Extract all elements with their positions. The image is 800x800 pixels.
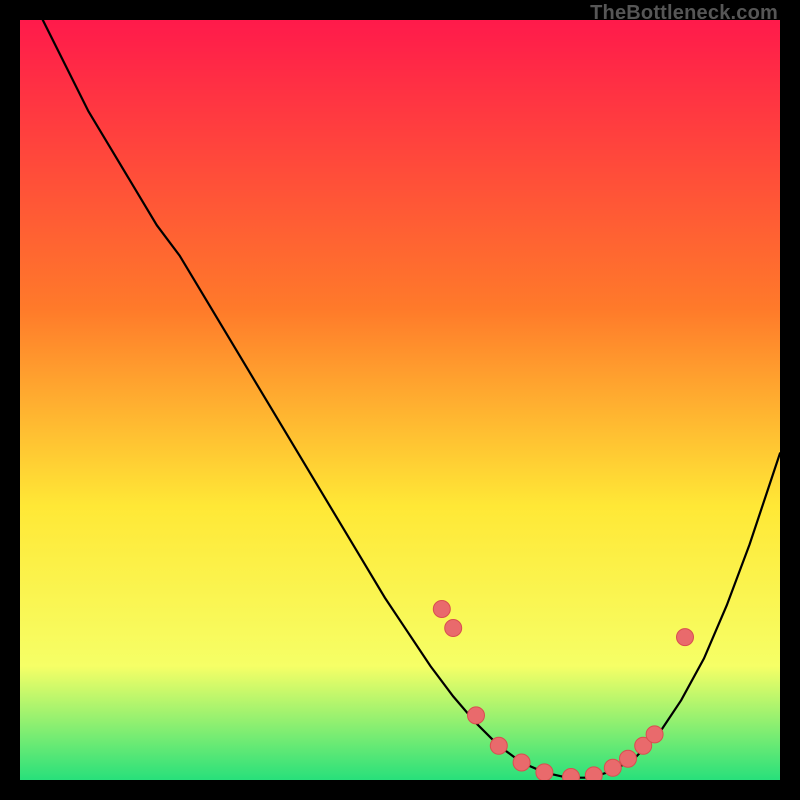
- data-point: [433, 601, 450, 618]
- data-point: [585, 767, 602, 780]
- watermark-text: TheBottleneck.com: [590, 2, 778, 25]
- data-point: [677, 629, 694, 646]
- gradient-background: [20, 20, 780, 780]
- chart-frame: [20, 20, 780, 780]
- bottleneck-plot: [20, 20, 780, 780]
- data-point: [620, 750, 637, 767]
- data-point: [646, 726, 663, 743]
- data-point: [513, 754, 530, 771]
- data-point: [445, 620, 462, 637]
- data-point: [536, 764, 553, 780]
- data-point: [490, 737, 507, 754]
- data-point: [604, 759, 621, 776]
- data-point: [468, 707, 485, 724]
